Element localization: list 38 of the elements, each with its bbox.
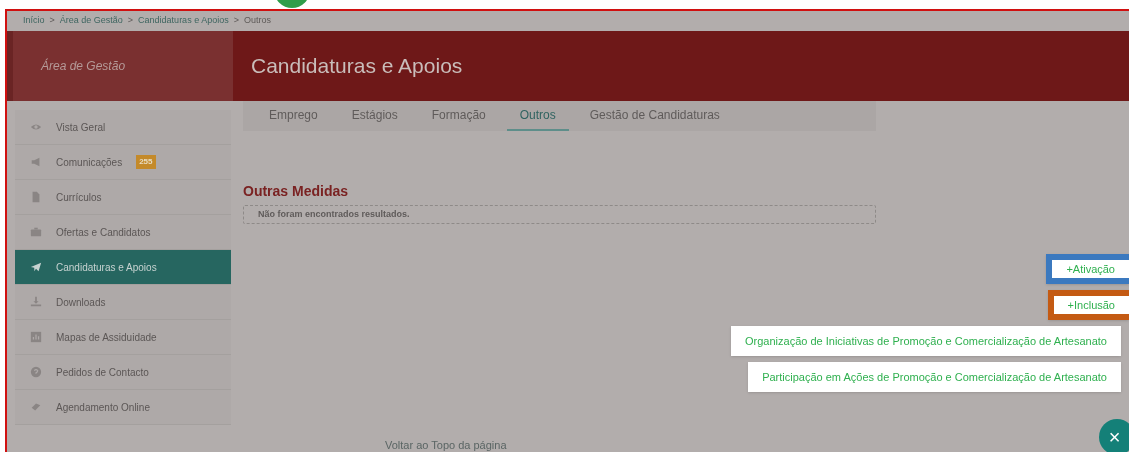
sidebar-item[interactable]: Pedidos de Contacto <box>15 355 231 390</box>
breadcrumb-link[interactable]: Área de Gestão <box>59 14 123 28</box>
ticket-icon <box>30 401 42 413</box>
sidebar-item[interactable]: Downloads <box>15 285 231 320</box>
breadcrumb-link[interactable]: Candidaturas e Apoios <box>138 14 229 28</box>
document-icon <box>30 191 42 203</box>
sidebar-item[interactable]: Agendamento Online <box>15 390 231 425</box>
sidebar-item[interactable]: Mapas de Assiduidade <box>15 320 231 355</box>
floating-action-button[interactable]: Participação em Ações de Promoção e Comercialização de Artesanato <box>748 362 1121 392</box>
sidebar-item[interactable]: Candidaturas e Apoios <box>15 250 231 285</box>
tab[interactable]: Emprego <box>256 101 331 131</box>
download-icon <box>30 296 42 308</box>
count-badge: 255 <box>136 155 156 169</box>
tab[interactable]: Formação <box>418 101 499 131</box>
sidebar-item[interactable]: Comunicações 255 <box>15 145 231 180</box>
floating-action-button[interactable]: +Ativação <box>1046 254 1129 284</box>
tab[interactable]: Estágios <box>338 101 411 131</box>
section-title: Outras Medidas <box>243 182 350 201</box>
floating-action-button[interactable]: +Inclusão <box>1047 290 1129 320</box>
help-icon <box>30 366 42 378</box>
breadcrumb-separator: > <box>127 14 134 28</box>
empty-results-message: Não foram encontrados resultados. <box>258 207 410 221</box>
bar-chart-icon <box>30 331 42 343</box>
breadcrumb-link[interactable]: Início <box>23 14 45 28</box>
megaphone-icon <box>30 156 42 168</box>
breadcrumb-separator: > <box>49 14 55 28</box>
tab[interactable]: Outros <box>506 101 569 131</box>
breadcrumb-separator: > <box>233 14 239 28</box>
floating-action-button[interactable]: Organização de Iniciativas de Promoção e Comercialização de Artesanato <box>731 326 1121 356</box>
tab[interactable]: Gestão de Candidaturas <box>576 101 733 131</box>
briefcase-icon <box>30 226 42 238</box>
back-to-top-link[interactable]: Voltar ao Topo da página <box>385 439 507 452</box>
sidebar-item[interactable]: Vista Geral <box>15 110 231 145</box>
sidebar-item[interactable]: Currículos <box>15 180 231 215</box>
paper-plane-icon <box>30 261 42 273</box>
sidebar-title: Área de Gestão <box>41 57 126 75</box>
breadcrumb-current: Outros <box>243 14 271 28</box>
page-title: Candidaturas e Apoios <box>251 53 463 80</box>
